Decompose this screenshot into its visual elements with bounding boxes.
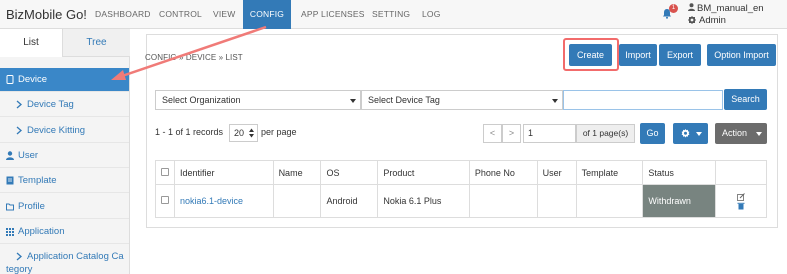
sort-icon <box>249 128 254 138</box>
sidebar-item-label: User <box>18 150 39 161</box>
sidebar-item-device[interactable]: Device <box>0 68 129 92</box>
select-all-cell <box>155 160 175 185</box>
cell-os: Android <box>320 184 379 218</box>
sidebar-item-label-wrap: tegory <box>6 264 33 274</box>
tab-tree[interactable]: Tree <box>63 29 130 57</box>
edit-icon[interactable] <box>737 192 745 201</box>
tablet-icon <box>6 75 14 84</box>
nav-config[interactable]: CONFIG <box>243 0 291 29</box>
nav-dashboard[interactable]: DASHBOARD <box>95 0 151 29</box>
sidebar-item-user[interactable]: User <box>0 144 129 168</box>
col-identifier[interactable]: Identifier <box>174 160 274 185</box>
records-count: 1 - 1 of 1 records <box>155 127 224 137</box>
user-icon <box>688 3 695 11</box>
breadcrumb: CONFIG » DEVICE » LIST <box>145 53 243 62</box>
col-product[interactable]: Product <box>377 160 470 185</box>
sidebar-item-label: Device <box>18 74 48 85</box>
go-button[interactable]: Go <box>640 123 665 144</box>
search-input[interactable] <box>563 90 723 110</box>
template-icon <box>6 176 14 185</box>
folder-icon <box>6 203 14 211</box>
cell-phone <box>468 184 538 218</box>
col-template[interactable]: Template <box>575 160 644 185</box>
gear-icon <box>681 129 690 138</box>
cell-user <box>536 184 577 218</box>
per-page-value: 20 <box>234 128 245 138</box>
organization-select-value: Select Organization <box>162 95 241 105</box>
tab-list[interactable]: List <box>0 29 63 57</box>
export-button[interactable]: Export <box>659 44 701 66</box>
caret-down-icon <box>350 99 356 103</box>
caret-down-icon <box>756 132 762 136</box>
sidebar-item-label: Application Catalog Ca <box>27 251 124 262</box>
status-badge: Withdrawn <box>642 184 717 218</box>
option-import-button[interactable]: Option Import <box>707 44 776 66</box>
sidebar-item-label: Profile <box>18 201 45 212</box>
page-number-input[interactable]: 1 <box>523 124 576 143</box>
brand-logo[interactable]: BizMobile Go! <box>6 7 87 22</box>
table-header-row: Identifier Name OS Product Phone No User… <box>155 160 767 185</box>
sidebar-item-label: Application <box>18 226 65 237</box>
row-checkbox[interactable] <box>161 196 169 204</box>
action-label: Action <box>722 128 748 138</box>
col-name[interactable]: Name <box>272 160 322 185</box>
import-button[interactable]: Import <box>619 44 657 66</box>
nav-control[interactable]: CONTROL <box>159 0 202 29</box>
caret-down-icon <box>696 132 702 136</box>
settings-dropdown-button[interactable] <box>673 123 708 144</box>
grid-icon <box>6 228 14 236</box>
admin-icon <box>688 16 696 24</box>
select-all-checkbox[interactable] <box>161 167 169 176</box>
sidebar-item-device-kitting[interactable]: Device Kitting <box>0 119 129 143</box>
nav-app-licenses[interactable]: APP LICENSES <box>301 0 365 29</box>
sidebar-item-device-tag[interactable]: Device Tag <box>0 93 129 117</box>
chevron-right-icon <box>16 100 22 109</box>
device-table: Identifier Name OS Product Phone No User… <box>155 160 767 218</box>
sidebar-item-label: Device Kitting <box>27 125 86 136</box>
sidebar: List Tree Device Device Tag Device Kitti… <box>0 29 130 274</box>
col-user[interactable]: User <box>536 160 577 185</box>
col-phone-no[interactable]: Phone No <box>468 160 538 185</box>
trash-icon[interactable] <box>737 202 745 210</box>
per-page-label: per page <box>261 127 297 137</box>
sidebar-item-label: Template <box>18 175 57 186</box>
next-page-button[interactable]: > <box>502 124 521 143</box>
action-dropdown-button[interactable]: Action <box>715 123 767 144</box>
caret-down-icon <box>552 99 558 103</box>
organization-select[interactable]: Select Organization <box>155 90 361 110</box>
user-role: Admin <box>699 15 726 26</box>
device-tag-select[interactable]: Select Device Tag <box>361 90 563 110</box>
nav-log[interactable]: LOG <box>422 0 441 29</box>
device-link[interactable]: nokia6.1-device <box>180 196 243 206</box>
row-select-cell <box>155 184 175 218</box>
cell-name <box>272 184 322 218</box>
col-actions <box>715 160 767 185</box>
col-os[interactable]: OS <box>320 160 379 185</box>
prev-page-button[interactable]: < <box>483 124 502 143</box>
search-button[interactable]: Search <box>724 89 767 110</box>
cell-identifier: nokia6.1-device <box>174 184 274 218</box>
create-button[interactable]: Create <box>569 44 612 66</box>
user-icon <box>6 151 14 160</box>
cell-product: Nokia 6.1 Plus <box>377 184 470 218</box>
notification-badge: 1 <box>669 4 678 13</box>
sidebar-item-application[interactable]: Application <box>0 220 129 244</box>
device-tag-select-value: Select Device Tag <box>368 95 440 105</box>
per-page-select[interactable]: 20 <box>229 124 258 142</box>
sidebar-item-profile[interactable]: Profile <box>0 195 129 219</box>
user-name[interactable]: BM_manual_en <box>697 3 764 14</box>
nav-view[interactable]: VIEW <box>213 0 236 29</box>
sidebar-item-label: Device Tag <box>27 99 74 110</box>
page-count: of 1 page(s) <box>576 124 635 143</box>
cell-template <box>575 184 644 218</box>
top-navbar: BizMobile Go! DASHBOARD CONTROL VIEW CON… <box>0 0 787 29</box>
nav-setting[interactable]: SETTING <box>372 0 410 29</box>
chevron-right-icon <box>16 252 22 261</box>
sidebar-item-application-catalog-category[interactable]: Application Catalog Ca tegory <box>0 245 129 274</box>
cell-actions <box>715 184 767 218</box>
chevron-right-icon <box>16 126 22 135</box>
table-row: nokia6.1-device Android Nokia 6.1 Plus W… <box>155 184 767 218</box>
sidebar-item-template[interactable]: Template <box>0 169 129 193</box>
col-status[interactable]: Status <box>642 160 717 185</box>
